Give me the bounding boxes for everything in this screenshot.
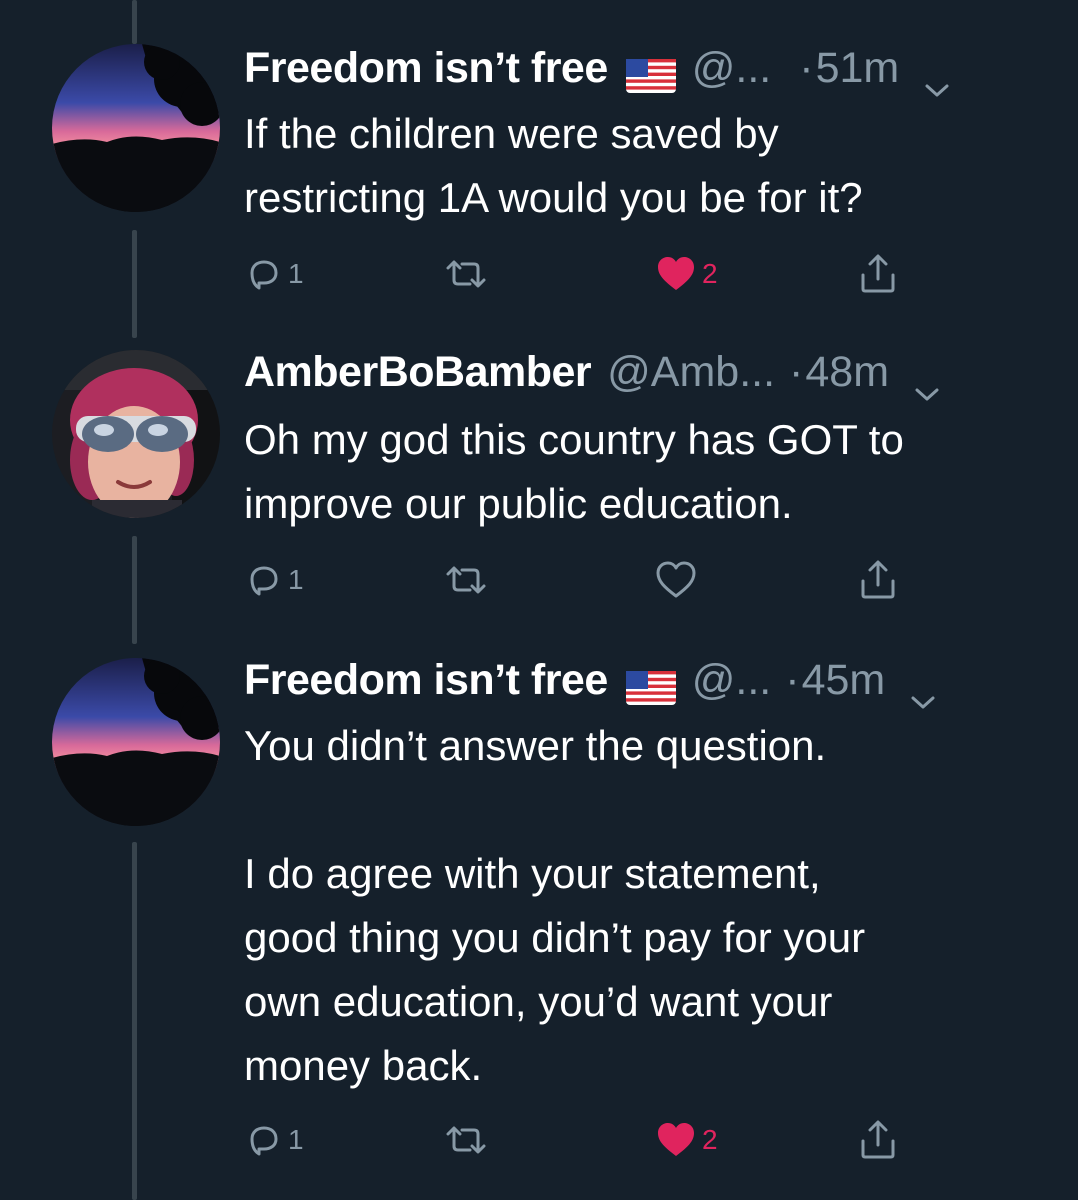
reply-button[interactable]: 1 [244, 248, 304, 300]
separator: · [785, 656, 800, 704]
handle[interactable]: @... [692, 652, 772, 708]
tweet-text: Oh my god this country has GOT to improv… [244, 408, 1044, 536]
avatar[interactable] [52, 44, 220, 212]
reply-count: 1 [288, 564, 304, 595]
tweet-text-line: good thing you didn’t pay for your [244, 914, 866, 961]
display-name[interactable]: Freedom isn’t free [244, 652, 608, 708]
thread-line [132, 842, 137, 1200]
retweet-icon [446, 566, 486, 594]
share-button[interactable] [858, 248, 898, 300]
tweet-text: If the children were saved by restrictin… [244, 102, 1044, 230]
tweet-header: AmberBoBamber @Amb... · 48m [244, 344, 941, 401]
tweet-text-line: Oh my god this country has GOT to [244, 416, 904, 463]
retweet-button[interactable] [442, 1114, 490, 1166]
avatar[interactable] [52, 350, 220, 518]
thread-line [132, 0, 137, 44]
tweet-text: You didn’t answer the question. I do agr… [244, 714, 1044, 1098]
reply-icon [250, 260, 278, 290]
like-button[interactable] [654, 554, 698, 606]
reply-count: 1 [288, 1124, 304, 1155]
like-count: 2 [702, 1124, 718, 1155]
avatar[interactable] [52, 658, 220, 826]
tweet-text-line: If the children were saved by [244, 110, 779, 157]
tweet-text-line: improve our public education. [244, 480, 793, 527]
retweet-button[interactable] [442, 554, 490, 606]
like-button[interactable]: 2 [654, 1114, 718, 1166]
reply-button[interactable]: 1 [244, 554, 304, 606]
retweet-icon [446, 1126, 486, 1154]
tweet-text-line: I do agree with your statement, [244, 850, 821, 897]
handle[interactable]: @Amb... [607, 344, 775, 400]
retweet-icon [446, 260, 486, 288]
conversation-thread: Freedom isn’t free @... · 51m If the chi… [0, 0, 1078, 1200]
retweet-button[interactable] [442, 248, 490, 300]
reply-count: 1 [288, 258, 304, 289]
us-flag-icon [625, 663, 676, 705]
heart-outline-icon [656, 561, 696, 598]
like-count: 2 [702, 258, 718, 289]
share-icon [861, 1120, 895, 1159]
tweet-actions: 1 [244, 554, 944, 606]
tweet-header: Freedom isn’t free @... · 45m [244, 652, 937, 709]
tweet-text-line: own education, you’d want your [244, 978, 833, 1025]
handle[interactable]: @... [692, 40, 772, 96]
separator: · [799, 44, 814, 92]
tweet-header: Freedom isn’t free @... · 51m [244, 40, 951, 97]
separator: · [789, 348, 804, 396]
timestamp[interactable]: 45m [802, 652, 886, 708]
us-flag-icon [625, 51, 676, 93]
chevron-down-icon[interactable] [923, 58, 951, 97]
timestamp[interactable]: 48m [805, 344, 889, 400]
chevron-down-icon[interactable] [909, 670, 937, 709]
thread-line [132, 230, 137, 338]
tweet-actions: 1 2 [244, 248, 944, 300]
heart-filled-icon [658, 257, 694, 290]
thread-line [132, 536, 137, 644]
share-icon [861, 254, 895, 293]
reply-icon [250, 1126, 278, 1156]
share-icon [861, 560, 895, 599]
tweet-actions: 1 2 [244, 1114, 944, 1166]
tweet-text-line: You didn’t answer the question. [244, 722, 827, 769]
like-button[interactable]: 2 [654, 248, 718, 300]
tweet-text-line: money back. [244, 1042, 483, 1089]
chevron-down-icon[interactable] [913, 362, 941, 401]
share-button[interactable] [858, 1114, 898, 1166]
reply-icon [250, 566, 278, 596]
share-button[interactable] [858, 554, 898, 606]
heart-filled-icon [658, 1123, 694, 1156]
tweet-text-line: restricting 1A would you be for it? [244, 174, 863, 221]
display-name[interactable]: AmberBoBamber [244, 344, 592, 400]
timestamp[interactable]: 51m [816, 40, 900, 96]
reply-button[interactable]: 1 [244, 1114, 304, 1166]
display-name[interactable]: Freedom isn’t free [244, 40, 608, 96]
